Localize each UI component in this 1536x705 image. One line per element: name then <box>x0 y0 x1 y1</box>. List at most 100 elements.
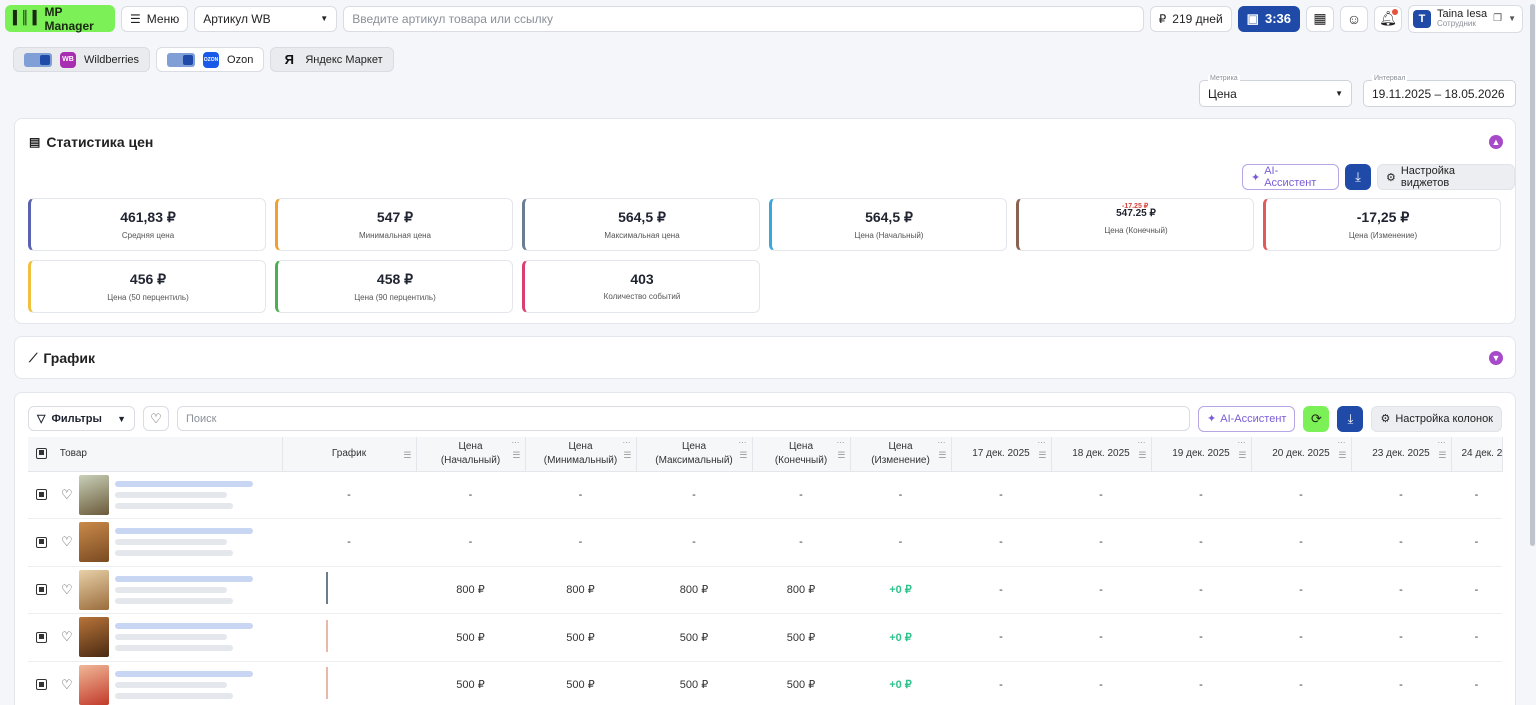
metric-select[interactable]: Метрика Цена ▼ <box>1199 75 1352 107</box>
more-icon[interactable]: ⋯ <box>1038 438 1046 449</box>
product-thumbnail[interactable] <box>78 569 109 610</box>
more-icon[interactable]: ⋯ <box>512 438 520 449</box>
table-download-button[interactable]: ⤓ <box>1337 405 1364 432</box>
ai-assistant-button[interactable]: ✦ AI-Ассистент <box>1242 164 1340 190</box>
product-info-blurred[interactable] <box>114 623 253 652</box>
sparkle-icon: ✦ <box>1251 171 1261 184</box>
calendar-button[interactable]: ▦ <box>1306 5 1334 32</box>
stat-tile-p50: 456 ₽ Цена (50 перцентиль) <box>28 260 266 313</box>
product-thumbnail[interactable] <box>78 522 109 563</box>
header-price-min[interactable]: ⋯ Цена (Минимальный) ☰ <box>525 437 637 472</box>
header-date-1[interactable]: ⋯ 17 дек. 2025 ☰ <box>951 437 1052 472</box>
marketplace-tab-ozon[interactable]: OZON Ozon <box>156 47 265 72</box>
price-sparkline[interactable] <box>326 667 328 700</box>
notifications-button[interactable]: 🔔︎ <box>1374 5 1402 32</box>
row-checkbox[interactable] <box>36 584 47 596</box>
wildberries-toggle[interactable] <box>24 52 52 67</box>
header-price-start[interactable]: ⋯ Цена (Начальный) ☰ <box>416 437 526 472</box>
date-cell: - <box>1251 566 1351 614</box>
price-sparkline[interactable] <box>326 619 328 652</box>
more-icon[interactable]: ⋯ <box>938 438 946 449</box>
row-checkbox[interactable] <box>36 631 47 643</box>
date-cell: - <box>1051 661 1151 705</box>
column-menu-icon[interactable]: ☰ <box>512 449 520 461</box>
product-info-blurred[interactable] <box>114 670 253 699</box>
more-icon[interactable]: ⋯ <box>1138 438 1146 449</box>
article-type-select[interactable]: Артикул WB ▼ <box>194 5 338 32</box>
more-icon[interactable]: ⋯ <box>837 438 845 449</box>
product-info-blurred[interactable] <box>114 575 253 604</box>
collapse-up-icon[interactable]: ▲ <box>1489 135 1503 149</box>
stat-label: Минимальная цена <box>358 231 432 240</box>
column-menu-icon[interactable]: ☰ <box>1438 449 1446 461</box>
heart-icon[interactable]: ♡ <box>61 534 73 550</box>
heart-icon[interactable]: ♡ <box>61 582 73 598</box>
heart-icon[interactable]: ♡ <box>61 629 73 645</box>
header-date-5[interactable]: ⋯ 23 дек. 2025 ☰ <box>1351 437 1452 472</box>
row-checkbox[interactable] <box>36 536 47 548</box>
more-icon[interactable]: ⋯ <box>739 438 747 449</box>
table-row[interactable]: ♡ - - - - - - - - - - - - <box>28 471 1502 519</box>
video-timer-button[interactable]: ▣ 3:36 <box>1237 5 1300 32</box>
header-graph[interactable]: График ☰ <box>282 437 417 472</box>
header-date-3[interactable]: ⋯ 19 дек. 2025 ☰ <box>1151 437 1252 472</box>
widget-settings-button[interactable]: ⚙ Настройка виджетов <box>1376 164 1515 190</box>
header-price-end[interactable]: ⋯ Цена (Конечный) ☰ <box>752 437 851 472</box>
app-logo[interactable]: ▌║▐ MP Manager <box>5 5 115 33</box>
favorites-button[interactable]: ♡ <box>143 406 169 431</box>
header-date-4[interactable]: ⋯ 20 дек. 2025 ☰ <box>1251 437 1352 472</box>
column-menu-icon[interactable]: ☰ <box>1238 449 1246 461</box>
table-search-input[interactable] <box>177 406 1191 431</box>
table-row[interactable]: ♡ 500 ₽ 500 ₽ 500 ₽ 500 ₽ +0 ₽ - - - - -… <box>28 661 1502 705</box>
header-date-6[interactable]: 24 дек. 20 <box>1451 437 1503 472</box>
select-all-checkbox[interactable] <box>36 447 47 459</box>
header-product[interactable]: Товар <box>28 437 283 472</box>
table-row[interactable]: ♡ 800 ₽ 800 ₽ 800 ₽ 800 ₽ +0 ₽ - - - - -… <box>28 566 1502 614</box>
refresh-button[interactable]: ⟳ <box>1303 405 1330 432</box>
header-price-change[interactable]: ⋯ Цена (Изменение) ☰ <box>850 437 952 472</box>
table-row[interactable]: ♡ - - - - - - - - - - - - <box>28 518 1502 567</box>
table-ai-assistant-button[interactable]: ✦ AI-Ассистент <box>1198 405 1296 432</box>
more-icon[interactable]: ⋯ <box>623 438 631 449</box>
column-menu-icon[interactable]: ☰ <box>623 449 631 461</box>
heart-icon[interactable]: ♡ <box>61 487 73 503</box>
more-icon[interactable]: ⋯ <box>1338 438 1346 449</box>
header-price-max[interactable]: ⋯ Цена (Максимальный) ☰ <box>636 437 753 472</box>
days-balance-button[interactable]: ₽ 219 дней <box>1149 5 1232 32</box>
user-menu[interactable]: T Taina Iesa Сотрудник ❐ ▼ <box>1408 4 1523 33</box>
price-sparkline[interactable] <box>326 572 328 605</box>
interval-picker[interactable]: Интервал 19.11.2025 – 18.05.2026 <box>1363 75 1516 107</box>
column-menu-icon[interactable]: ☰ <box>739 449 747 461</box>
download-button[interactable]: ⤓ <box>1345 164 1371 190</box>
date-cell: - <box>1051 471 1151 519</box>
more-icon[interactable]: ⋯ <box>1438 438 1446 449</box>
column-settings-button[interactable]: ⚙ Настройка колонок <box>1371 405 1502 432</box>
column-menu-icon[interactable]: ☰ <box>1138 449 1146 461</box>
product-info-blurred[interactable] <box>114 528 253 557</box>
filters-button[interactable]: ▽ Фильтры ▼ <box>28 406 135 431</box>
more-icon[interactable]: ⋯ <box>1238 438 1246 449</box>
menu-button[interactable]: ☰ Меню <box>121 5 189 32</box>
expand-down-icon[interactable]: ▼ <box>1489 351 1503 365</box>
marketplace-tab-wildberries[interactable]: WB Wildberries <box>13 47 151 72</box>
smile-button[interactable]: ☺ <box>1340 5 1368 32</box>
table-row[interactable]: ♡ 500 ₽ 500 ₽ 500 ₽ 500 ₽ +0 ₽ - - - - -… <box>28 613 1502 662</box>
column-menu-icon[interactable]: ☰ <box>1038 449 1046 461</box>
column-menu-icon[interactable]: ☰ <box>837 449 845 461</box>
row-checkbox[interactable] <box>36 489 47 501</box>
column-menu-icon[interactable]: ☰ <box>1338 449 1346 461</box>
product-thumbnail[interactable] <box>78 617 109 658</box>
article-search-input[interactable] <box>343 5 1144 32</box>
row-checkbox[interactable] <box>36 679 47 691</box>
product-info-blurred[interactable] <box>114 480 253 509</box>
column-menu-icon[interactable]: ☰ <box>938 449 946 461</box>
date-cell: - <box>1251 471 1351 519</box>
product-thumbnail[interactable] <box>78 664 109 705</box>
ozon-toggle[interactable] <box>167 52 196 67</box>
page-scrollbar[interactable] <box>1530 4 1535 546</box>
marketplace-tab-yandex[interactable]: Я Яндекс Маркет <box>270 47 394 72</box>
column-menu-icon[interactable]: ☰ <box>403 449 411 461</box>
heart-icon[interactable]: ♡ <box>61 677 73 693</box>
product-thumbnail[interactable] <box>78 474 109 515</box>
header-date-2[interactable]: ⋯ 18 дек. 2025 ☰ <box>1051 437 1152 472</box>
